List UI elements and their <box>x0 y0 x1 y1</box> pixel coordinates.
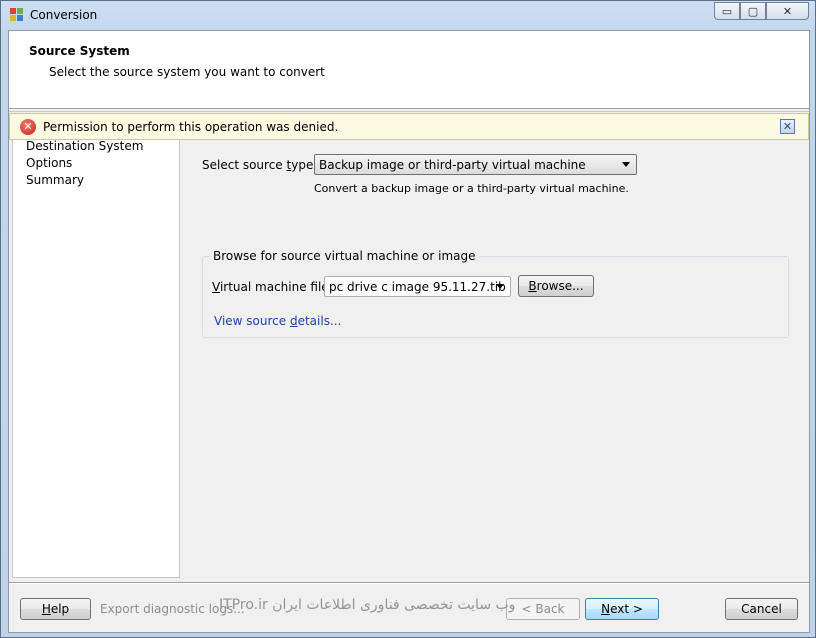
cancel-button[interactable]: Cancel <box>725 598 798 620</box>
minimize-icon: ▭ <box>721 4 733 18</box>
next-button[interactable]: Next > <box>585 598 659 620</box>
watermark-text: وب سایت تخصصی فناوری اطلاعات ایران ITPro… <box>219 597 516 613</box>
dismiss-alert-button[interactable]: ✕ <box>780 119 795 134</box>
back-button[interactable]: < Back <box>506 598 580 620</box>
minimize-button[interactable]: ▭ <box>714 2 740 20</box>
chevron-down-icon <box>622 162 630 167</box>
footer-divider-highlight <box>9 583 809 584</box>
vm-file-combobox[interactable]: pc drive c image 95.11.27.tib <box>324 276 511 297</box>
header-divider <box>9 111 809 112</box>
title-bar[interactable]: Conversion ▭ ▢ ✕ <box>1 1 815 31</box>
maximize-icon: ▢ <box>747 4 759 18</box>
page-title: Source System <box>29 44 130 58</box>
vm-file-value: pc drive c image 95.11.27.tib <box>329 280 506 294</box>
app-icon <box>10 8 24 22</box>
error-icon: ✕ <box>20 119 36 135</box>
chevron-down-icon <box>496 284 504 289</box>
wizard-steps-sidebar: Destination System Options Summary <box>12 139 180 578</box>
page-subtitle: Select the source system you want to con… <box>49 65 325 79</box>
maximize-button[interactable]: ▢ <box>740 2 766 20</box>
source-type-hint: Convert a backup image or a third-party … <box>314 182 629 195</box>
window-frame: Conversion ▭ ▢ ✕ Source System Select th… <box>0 0 816 638</box>
nav-item-options[interactable]: Options <box>26 156 72 170</box>
close-icon: ✕ <box>782 4 793 18</box>
main-content: Select source type: Backup image or thir… <box>181 140 809 578</box>
window-controls: ▭ ▢ ✕ <box>714 2 809 21</box>
source-type-label: Select source type: <box>202 158 318 172</box>
view-source-details-link[interactable]: View source details... <box>214 314 341 328</box>
browse-button[interactable]: Browse... <box>518 275 594 297</box>
error-banner: ✕ Permission to perform this operation w… <box>9 113 809 140</box>
dialog-client: Source System Select the source system y… <box>8 30 810 633</box>
close-button[interactable]: ✕ <box>766 2 809 20</box>
window-title: Conversion <box>30 8 98 22</box>
source-type-value: Backup image or third-party virtual mach… <box>319 158 586 172</box>
browse-group-title: Browse for source virtual machine or ima… <box>210 249 479 263</box>
source-type-dropdown[interactable]: Backup image or third-party virtual mach… <box>314 154 637 175</box>
nav-item-destination-system[interactable]: Destination System <box>26 139 143 153</box>
nav-item-summary[interactable]: Summary <box>26 173 84 187</box>
error-message: Permission to perform this operation was… <box>43 120 339 134</box>
page-header: Source System Select the source system y… <box>9 31 809 109</box>
help-button[interactable]: Help <box>20 598 91 620</box>
vm-file-label: Virtual machine file: <box>212 280 333 294</box>
